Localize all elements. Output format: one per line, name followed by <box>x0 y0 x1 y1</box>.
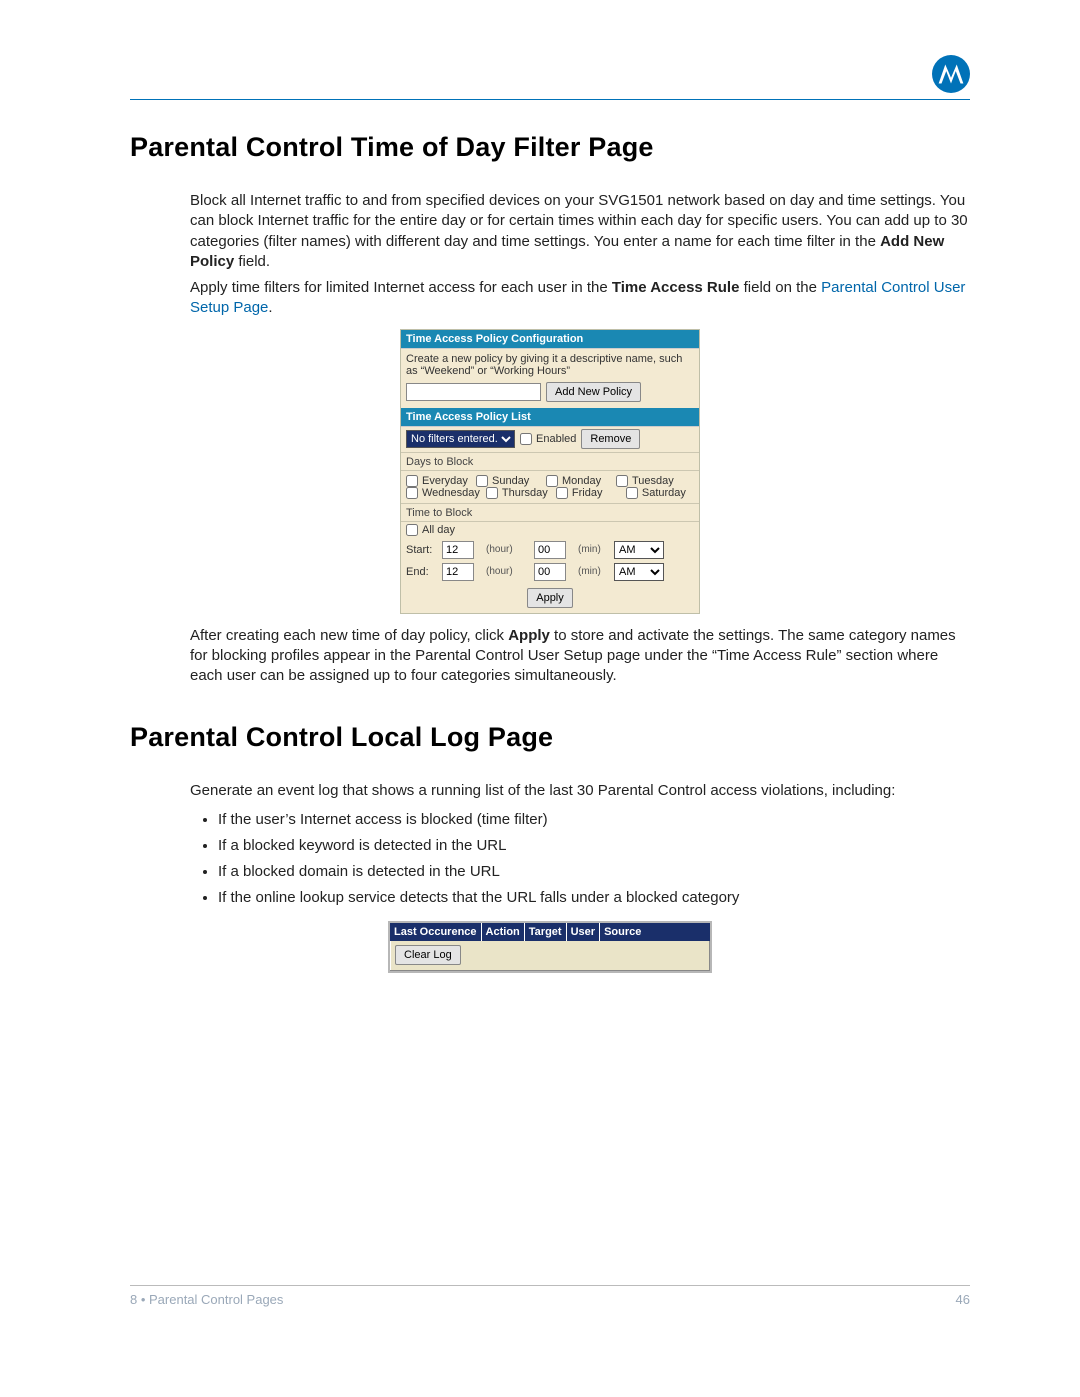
day-opt-saturday[interactable]: Saturday <box>626 487 690 499</box>
col-source: Source <box>600 923 645 941</box>
start-min-input[interactable] <box>534 541 566 559</box>
enabled-checkbox-label[interactable]: Enabled <box>520 433 576 445</box>
section-title-tod: Parental Control Time of Day Filter Page <box>130 132 970 163</box>
end-label: End: <box>406 566 438 578</box>
new-policy-input[interactable] <box>406 383 541 401</box>
time-to-block-label: Time to Block <box>401 503 699 522</box>
log-bullet-3: If a blocked domain is detected in the U… <box>218 862 970 882</box>
panel-header-config: Time Access Policy Configuration <box>401 330 699 349</box>
start-label: Start: <box>406 544 438 556</box>
log-table-panel: Last Occurence Action Target User Source… <box>388 921 712 973</box>
start-time-row: Start: (hour) (min) AM <box>401 539 699 561</box>
add-new-policy-button[interactable]: Add New Policy <box>546 382 641 402</box>
hour-unit: (hour) <box>486 566 518 577</box>
panel-header-list: Time Access Policy List <box>401 408 699 427</box>
checkbox-thursday[interactable] <box>486 487 498 499</box>
end-min-input[interactable] <box>534 563 566 581</box>
allday-checkbox[interactable] <box>406 524 418 536</box>
checkbox-sunday[interactable] <box>476 475 488 487</box>
enabled-checkbox[interactable] <box>520 433 532 445</box>
allday-label-text: All day <box>422 524 455 536</box>
checkbox-saturday[interactable] <box>626 487 638 499</box>
allday-checkbox-label[interactable]: All day <box>406 524 694 536</box>
day-opt-monday[interactable]: Monday <box>546 475 610 487</box>
end-ampm-select[interactable]: AM <box>614 563 664 581</box>
tod-paragraph-3: After creating each new time of day poli… <box>190 626 970 687</box>
filter-select[interactable]: No filters entered. <box>406 430 515 448</box>
enabled-label-text: Enabled <box>536 433 576 445</box>
log-table-header: Last Occurence Action Target User Source <box>390 923 710 941</box>
config-hint-text: Create a new policy by giving it a descr… <box>406 353 694 377</box>
footer-right: 46 <box>956 1292 970 1307</box>
day-opt-wednesday[interactable]: Wednesday <box>406 487 480 499</box>
end-time-row: End: (hour) (min) AM <box>401 561 699 583</box>
checkbox-monday[interactable] <box>546 475 558 487</box>
log-bullet-2: If a blocked keyword is detected in the … <box>218 836 970 856</box>
day-opt-everyday[interactable]: Everyday <box>406 475 470 487</box>
day-opt-thursday[interactable]: Thursday <box>486 487 550 499</box>
days-to-block-label: Days to Block <box>401 452 699 471</box>
days-checkbox-row: Everyday Sunday Monday Tuesday Wednesday… <box>401 471 699 503</box>
page-footer: 8 • Parental Control Pages 46 <box>130 1285 970 1307</box>
log-intro: Generate an event log that shows a runni… <box>190 781 970 801</box>
text: After creating each new time of day poli… <box>190 627 508 644</box>
start-ampm-select[interactable]: AM <box>614 541 664 559</box>
hour-unit: (hour) <box>486 544 518 555</box>
footer-left: 8 • Parental Control Pages <box>130 1292 283 1307</box>
section-title-log: Parental Control Local Log Page <box>130 722 970 753</box>
min-unit: (min) <box>578 544 610 555</box>
checkbox-tuesday[interactable] <box>616 475 628 487</box>
header-rule <box>130 99 970 100</box>
col-target: Target <box>525 923 567 941</box>
min-unit: (min) <box>578 566 610 577</box>
day-opt-friday[interactable]: Friday <box>556 487 620 499</box>
log-bullet-4: If the online lookup service detects tha… <box>218 888 970 908</box>
end-hour-input[interactable] <box>442 563 474 581</box>
tod-paragraph-1: Block all Internet traffic to and from s… <box>190 191 970 272</box>
time-access-panel: Time Access Policy Configuration Create … <box>400 329 700 614</box>
col-last-occurence: Last Occurence <box>390 923 482 941</box>
text: Block all Internet traffic to and from s… <box>190 192 968 250</box>
clear-log-button[interactable]: Clear Log <box>395 945 461 965</box>
text: Apply time filters for limited Internet … <box>190 279 612 296</box>
checkbox-wednesday[interactable] <box>406 487 418 499</box>
bold-time-access-rule: Time Access Rule <box>612 279 740 296</box>
tod-paragraph-2: Apply time filters for limited Internet … <box>190 278 970 319</box>
checkbox-everyday[interactable] <box>406 475 418 487</box>
col-user: User <box>567 923 600 941</box>
checkbox-friday[interactable] <box>556 487 568 499</box>
day-opt-tuesday[interactable]: Tuesday <box>616 475 680 487</box>
start-hour-input[interactable] <box>442 541 474 559</box>
text: field. <box>234 253 270 270</box>
text: . <box>268 299 272 316</box>
day-opt-sunday[interactable]: Sunday <box>476 475 540 487</box>
remove-button[interactable]: Remove <box>581 429 640 449</box>
log-bullet-list: If the user’s Internet access is blocked… <box>190 810 970 909</box>
log-bullet-1: If the user’s Internet access is blocked… <box>218 810 970 830</box>
apply-button[interactable]: Apply <box>527 588 573 608</box>
motorola-logo <box>932 55 970 93</box>
bold-apply: Apply <box>508 627 550 644</box>
text: field on the <box>739 279 821 296</box>
col-action: Action <box>482 923 525 941</box>
